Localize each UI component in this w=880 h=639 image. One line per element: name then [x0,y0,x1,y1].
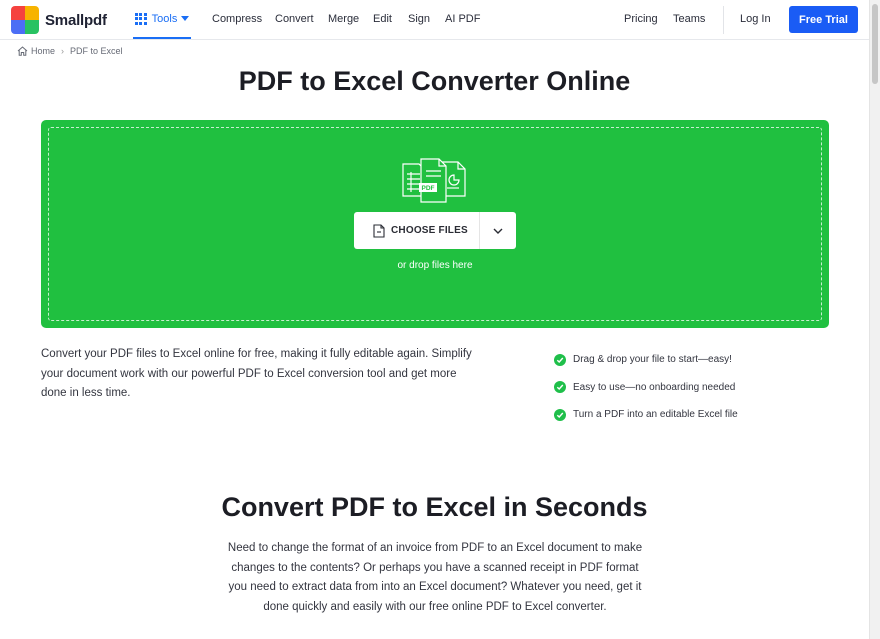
nav-link-sign[interactable]: Sign [408,13,430,25]
logo-mark-icon [11,6,39,34]
file-icon [373,223,385,238]
tools-label: Tools [151,12,178,25]
site-header: Smallpdf Tools Compress Convert Merge Ed… [0,0,869,40]
nav-link-edit[interactable]: Edit [373,13,392,25]
nav-link-merge[interactable]: Merge [328,13,359,25]
feature-text: Drag & drop your file to start—easy! [573,354,732,366]
nav-link-teams[interactable]: Teams [673,13,705,25]
nav-link-pricing[interactable]: Pricing [624,13,658,25]
page-title: PDF to Excel Converter Online [238,66,631,96]
intro-description: Convert your PDF files to Excel online f… [41,348,472,399]
section-body: Need to change the format of an invoice … [227,542,643,613]
tools-menu-button[interactable]: Tools [133,0,191,39]
choose-source-dropdown[interactable] [480,212,516,249]
check-circle-icon [554,353,566,366]
section-title: Convert PDF to Excel in Seconds [221,492,648,522]
check-circle-icon [554,408,566,421]
nav-link-compress[interactable]: Compress [212,13,262,25]
pdf-badge-text: PDF [422,185,435,192]
breadcrumb-separator-icon: › [61,46,65,56]
chevron-down-icon [493,228,503,234]
nav-link-convert[interactable]: Convert [275,13,314,25]
feature-list: Drag & drop your file to start—easy! Eas… [554,346,738,429]
nav-link-ai-pdf[interactable]: AI PDF [445,13,480,25]
logo-text: Smallpdf [45,11,107,29]
breadcrumb-current-link[interactable]: PDF to Excel [70,46,123,56]
check-circle-icon [554,381,566,394]
page-scrollbar[interactable] [869,0,880,639]
header-divider [723,6,724,34]
free-trial-button[interactable]: Free Trial [789,6,858,33]
apps-grid-icon [134,12,147,25]
login-link[interactable]: Log In [740,13,771,25]
home-icon [17,46,28,56]
feature-item: Turn a PDF into an editable Excel file [554,401,738,429]
feature-item: Drag & drop your file to start—easy! [554,346,738,374]
drop-files-hint: or drop files here [397,260,473,271]
feature-text: Turn a PDF into an editable Excel file [573,409,738,421]
breadcrumb: Home › PDF to Excel [17,46,123,56]
choose-files-label: CHOOSE FILES [391,225,468,236]
smallpdf-logo[interactable]: Smallpdf [11,6,107,34]
file-drop-zone[interactable]: PDF CHOOSE FILES or drop files here [41,120,829,328]
pdf-to-excel-files-icon: PDF [402,158,466,203]
feature-item: Easy to use—no onboarding needed [554,374,738,402]
choose-files-button-group: CHOOSE FILES [354,212,516,249]
choose-files-button[interactable]: CHOOSE FILES [354,212,479,249]
scrollbar-thumb[interactable] [872,4,878,84]
caret-down-icon [181,16,190,21]
feature-text: Easy to use—no onboarding needed [573,381,736,393]
breadcrumb-home-link[interactable]: Home [31,46,55,56]
